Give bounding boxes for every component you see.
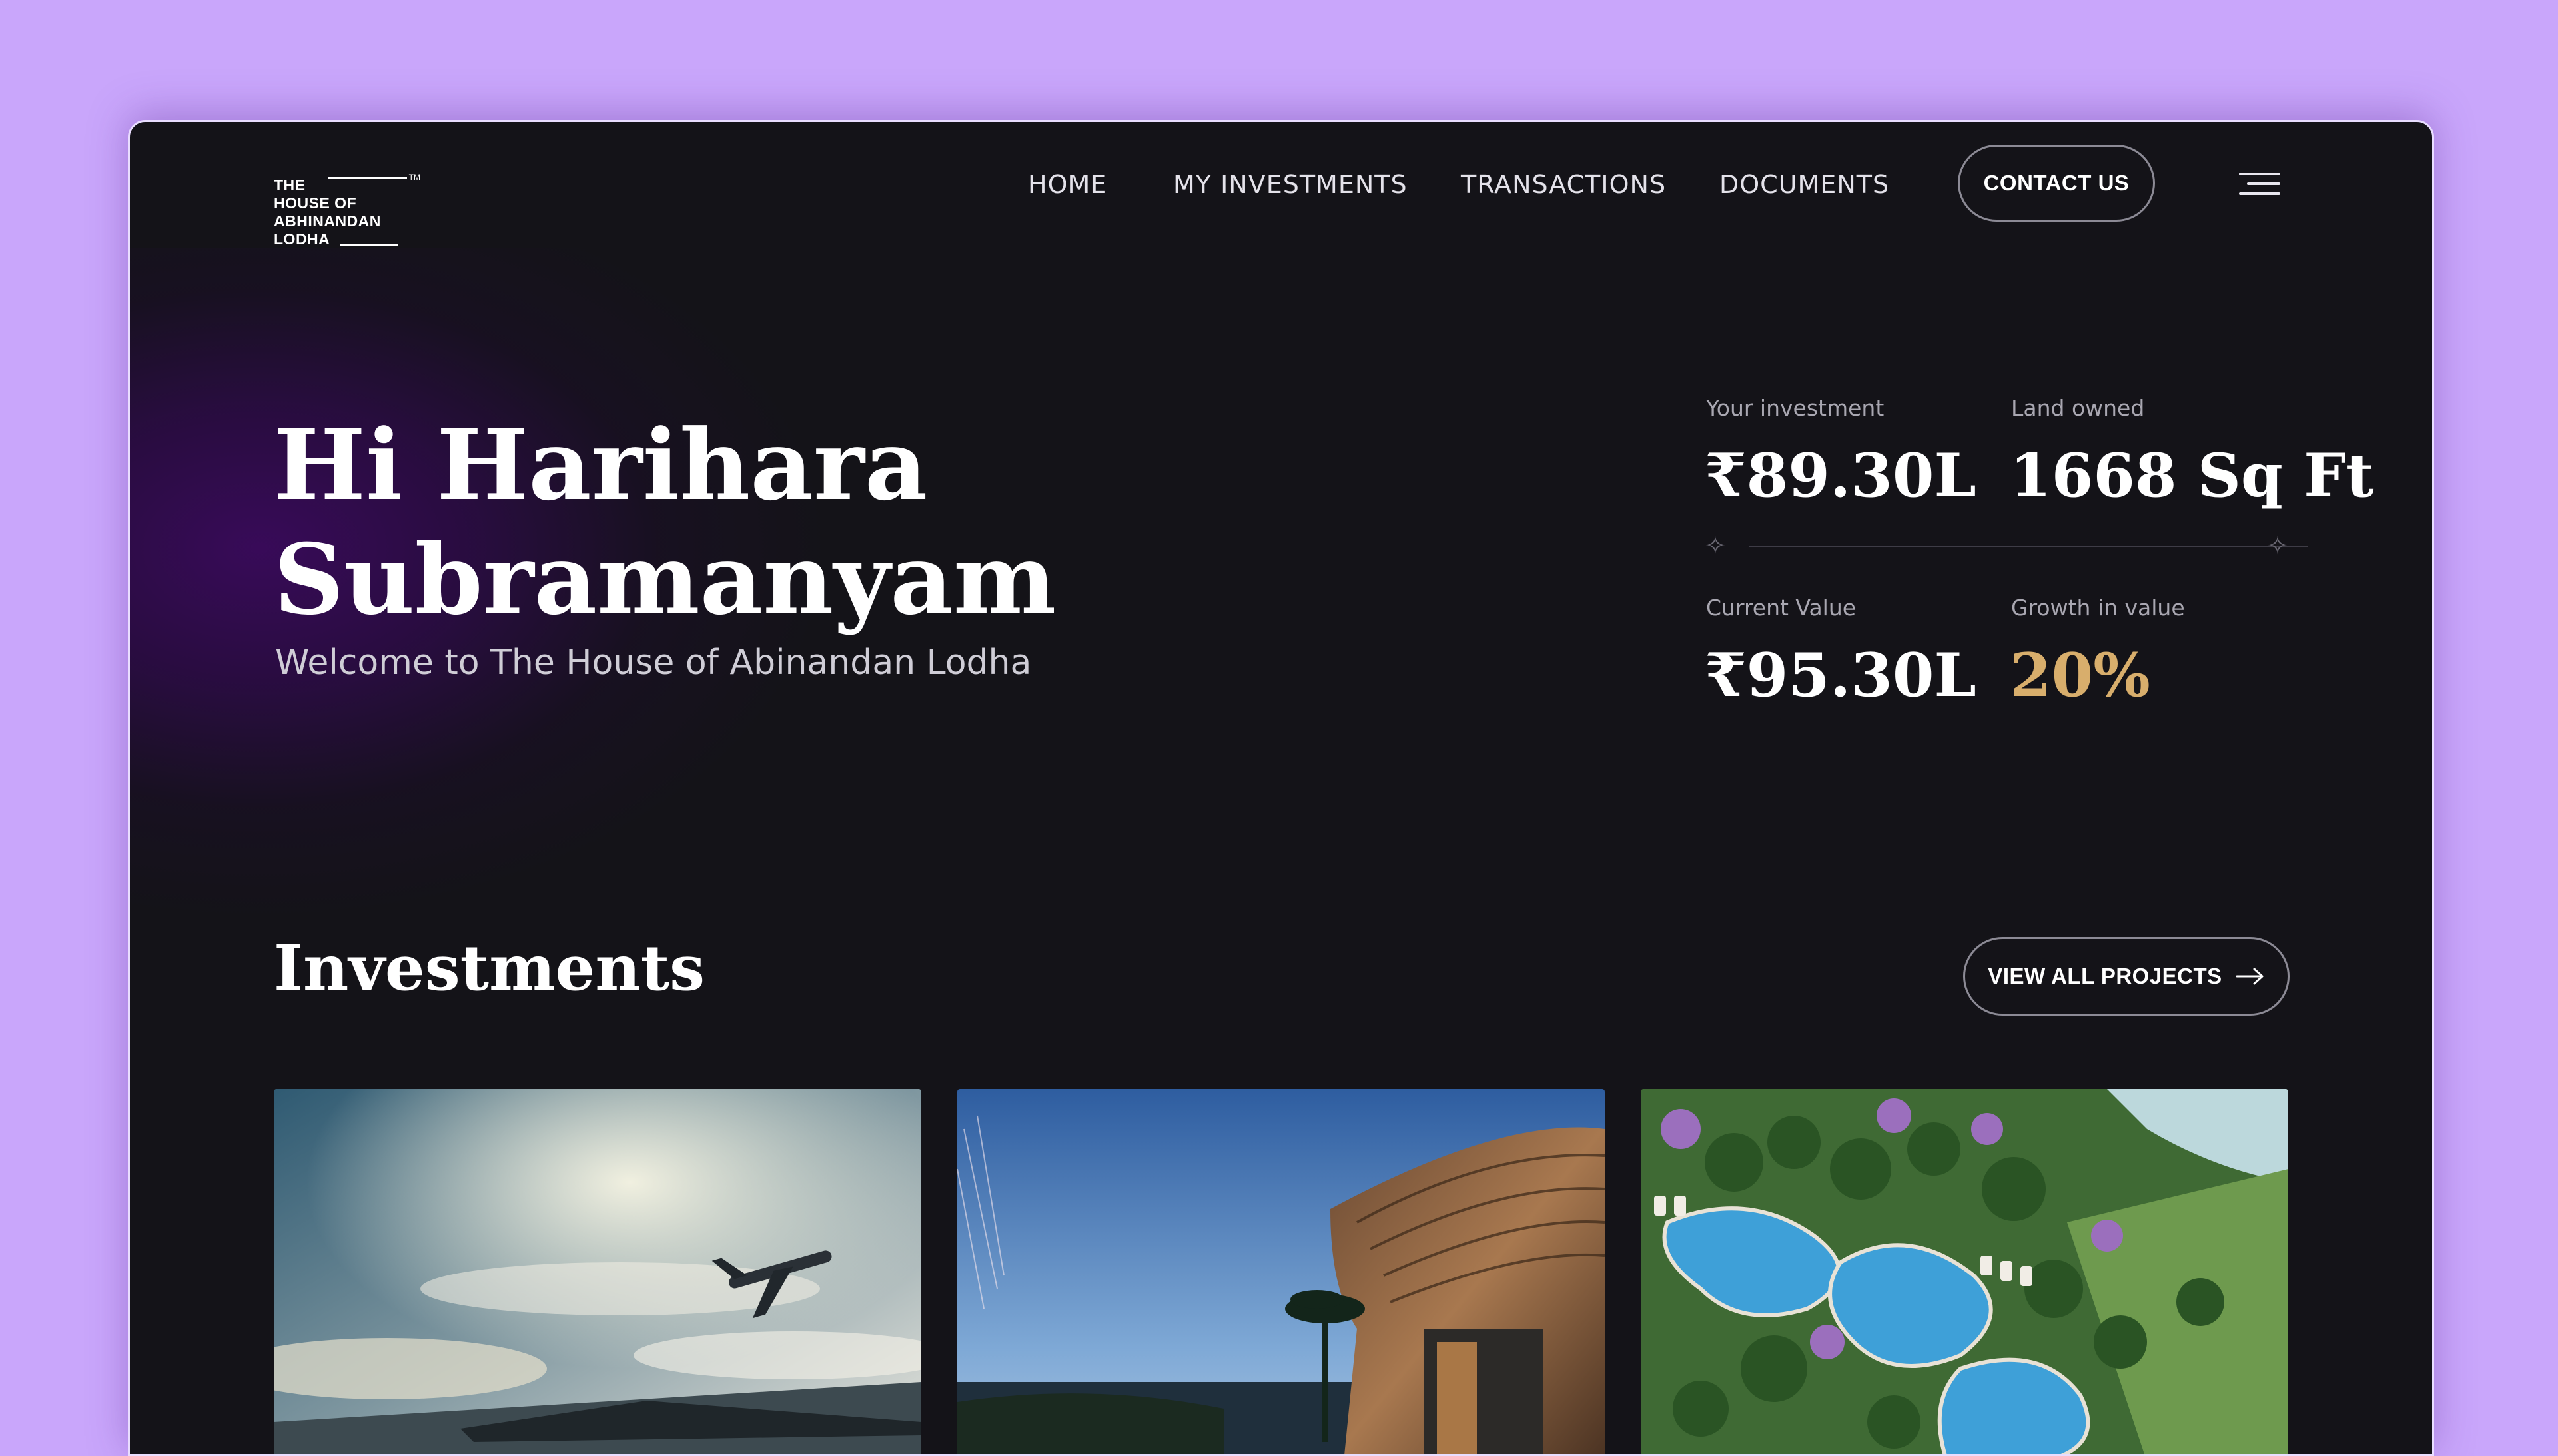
contact-us-button[interactable]: CONTACT US (1958, 145, 2155, 222)
investment-card-resort[interactable] (1641, 1089, 2288, 1454)
investment-label: Your investment (1706, 395, 1885, 421)
greeting-line-2: Subramanyam (274, 523, 1057, 637)
nav-home[interactable]: HOME (1028, 170, 1107, 199)
sparkle-icon: ✧ (2267, 532, 2288, 560)
investment-card-villa[interactable] (957, 1089, 1605, 1454)
logo-wordmark: THE HOUSE OF ABHINANDAN LODHA (274, 177, 381, 248)
logo-trademark: TM (408, 173, 420, 182)
sparkle-icon: ✧ (1705, 532, 1726, 560)
arrow-right-icon (2236, 968, 2264, 985)
nav-my-investments[interactable]: MY INVESTMENTS (1173, 170, 1408, 199)
logo-line-1: THE (274, 177, 306, 194)
hamburger-menu-icon[interactable] (2239, 173, 2280, 196)
view-all-label: VIEW ALL PROJECTS (1988, 964, 2222, 988)
current-value-label: Current Value (1706, 595, 1857, 621)
logo-line-2: HOUSE OF (274, 194, 357, 212)
current-value: ₹95.30L (1705, 640, 1976, 711)
investment-value: ₹89.30L (1705, 440, 1976, 511)
villa-image (957, 1089, 1605, 1454)
hero-greeting: Hi Harihara Subramanyam (274, 408, 1273, 637)
greeting-line-1: Hi Harihara (274, 408, 928, 522)
brand-logo[interactable]: THE HOUSE OF ABHINANDAN LODHA TM (274, 150, 420, 248)
hero-subtitle: Welcome to The House of Abinandan Lodha (275, 643, 1032, 683)
land-owned-label: Land owned (2011, 395, 2145, 421)
logo-bottom-rule (340, 244, 398, 246)
airport-image (274, 1089, 921, 1454)
nav-documents[interactable]: DOCUMENTS (1719, 170, 1889, 199)
growth-value: 20% (2010, 640, 2150, 711)
logo-line-3: ABHINANDAN (274, 212, 381, 230)
nav-transactions[interactable]: TRANSACTIONS (1461, 170, 1666, 199)
growth-label: Growth in value (2011, 595, 2185, 621)
app-window: THE HOUSE OF ABHINANDAN LODHA TM HOME MY… (128, 120, 2434, 1456)
stats-divider (1749, 546, 2308, 547)
investment-card-airport[interactable] (274, 1089, 921, 1454)
investments-title: Investments (274, 932, 705, 1005)
view-all-projects-button[interactable]: VIEW ALL PROJECTS (1963, 937, 2290, 1016)
land-owned-value: 1668 Sq Ft (2010, 440, 2374, 511)
resort-image (1641, 1089, 2288, 1454)
